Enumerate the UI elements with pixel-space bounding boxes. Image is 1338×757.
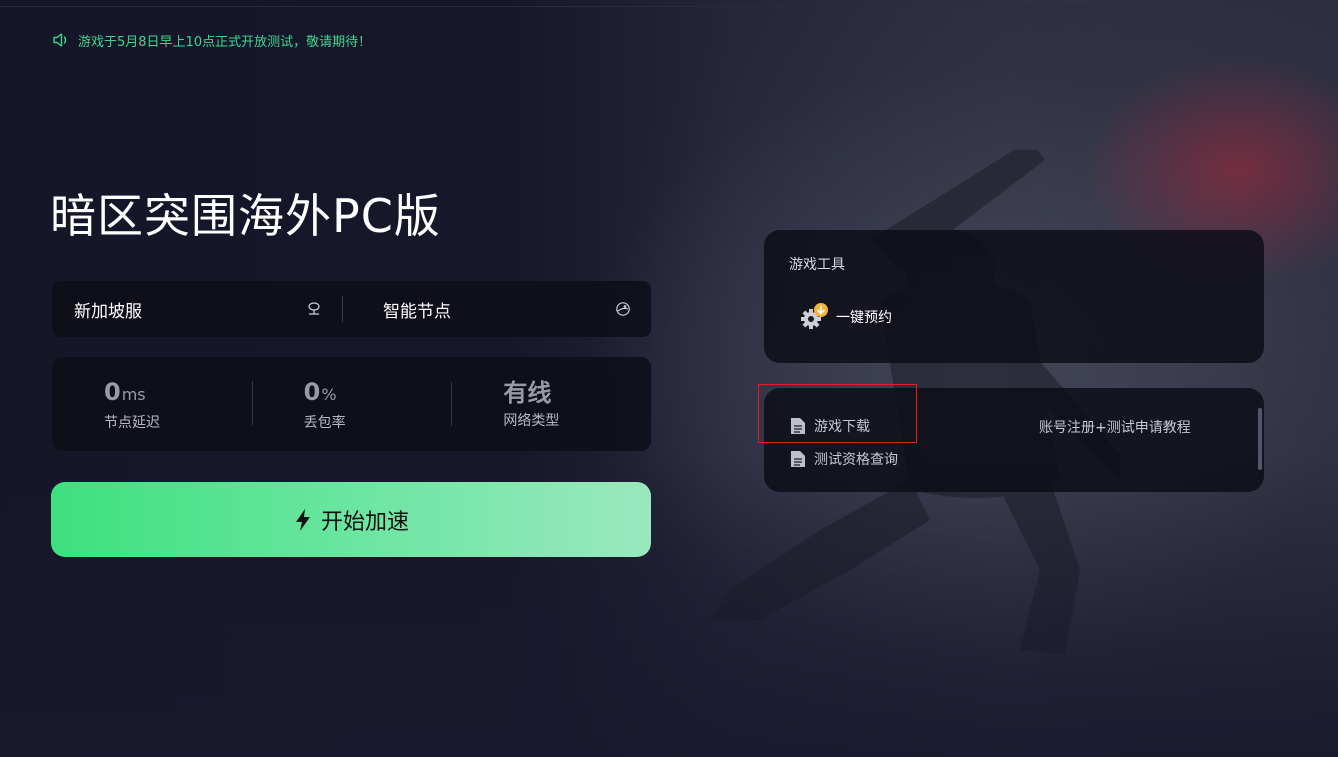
links-scrollbar[interactable] [1258, 408, 1262, 470]
globe-node-icon [616, 302, 630, 316]
stat-packet-loss: 0% 丢包率 [251, 377, 452, 432]
speaker-icon [53, 33, 67, 47]
stat-network-type-label: 网络类型 [503, 413, 560, 429]
stat-latency: 0ms 节点延迟 [52, 377, 252, 432]
start-button-label: 开始加速 [320, 509, 409, 535]
announcement-banner: 游戏于5月8日早上10点正式开放测试，敬请期待！ [52, 30, 371, 50]
node-select[interactable]: 智能节点 [343, 281, 651, 337]
stat-packet-loss-label: 丢包率 [303, 414, 346, 431]
start-acceleration-button[interactable]: 开始加速 [51, 482, 651, 557]
highlight-box [758, 384, 917, 443]
stat-network-type: 有线 网络类型 [451, 378, 651, 430]
top-divider [0, 6, 1338, 7]
region-select[interactable]: 新加坡服 [52, 281, 342, 337]
stat-packet-loss-value: 0% [303, 377, 337, 406]
stat-latency-value: 0ms [104, 377, 146, 406]
gear-download-icon [801, 303, 828, 329]
test-qualification-label: 测试资格查询 [814, 452, 898, 468]
one-click-reserve-button[interactable]: 一键预约 [800, 302, 892, 332]
one-click-reserve-label: 一键预约 [836, 310, 892, 326]
lightning-icon [295, 508, 310, 531]
game-tools-card: 游戏工具 一键预约 [764, 230, 1264, 363]
game-tools-title: 游戏工具 [789, 257, 845, 273]
test-qualification-link[interactable]: 测试资格查询 [790, 449, 898, 469]
stat-network-type-value: 有线 [503, 379, 552, 407]
game-title: 暗区突围海外PC版 [50, 189, 441, 243]
node-label: 智能节点 [383, 301, 451, 322]
region-label: 新加坡服 [74, 301, 142, 322]
network-stats-panel: 0ms 节点延迟 0% 丢包率 有线 网络类型 [52, 357, 651, 451]
stat-latency-label: 节点延迟 [104, 414, 160, 431]
announcement-text: 游戏于5月8日早上10点正式开放测试，敬请期待！ [78, 34, 372, 50]
server-icon [308, 302, 320, 315]
server-selector: 新加坡服 智能节点 [52, 281, 651, 337]
registration-tutorial-link[interactable]: 账号注册+测试申请教程 [1039, 417, 1191, 437]
document-icon [791, 451, 805, 467]
